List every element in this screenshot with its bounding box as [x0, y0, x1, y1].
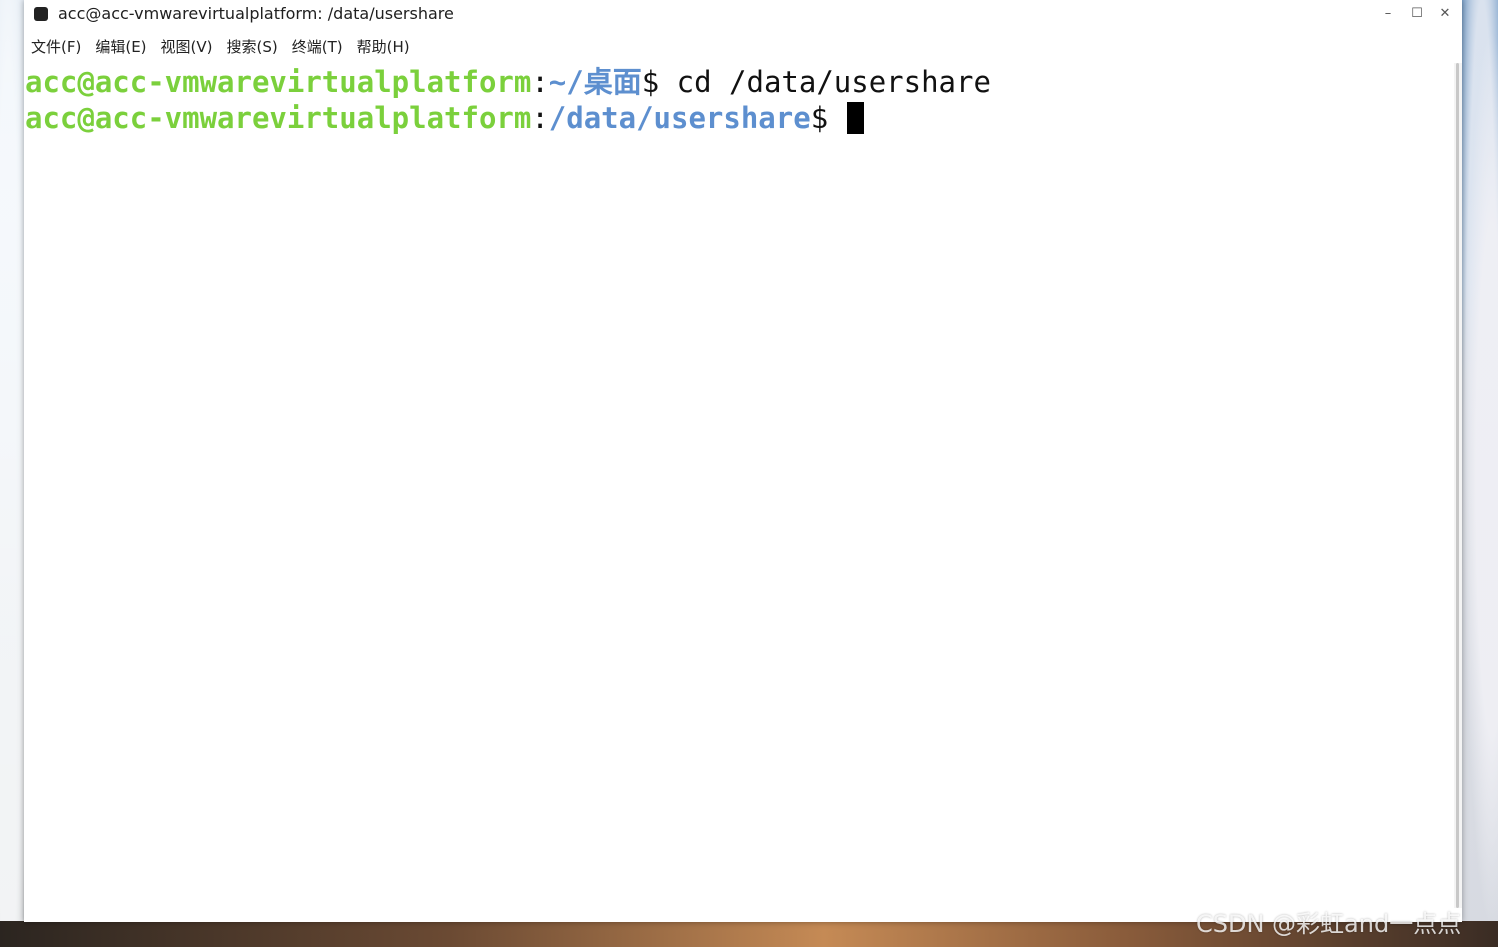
terminal-output-area[interactable]: acc@acc-vmwarevirtualplatform:~/桌面$ cd /… [24, 63, 1454, 922]
prompt-path: /data/usershare [548, 101, 811, 135]
terminal-app-icon [34, 7, 48, 21]
prompt-symbol: $ [810, 101, 846, 135]
command-text: cd /data/usershare [676, 65, 991, 99]
desktop-wallpaper-right [1462, 0, 1498, 947]
menu-terminal[interactable]: 终端(T) [285, 36, 350, 57]
menu-edit[interactable]: 编辑(E) [88, 36, 153, 57]
menu-help[interactable]: 帮助(H) [350, 36, 417, 57]
window-title: acc@acc-vmwarevirtualplatform: /data/use… [58, 4, 454, 23]
menu-view[interactable]: 视图(V) [154, 36, 220, 57]
watermark-text: CSDN @彩虹and一点点 [1196, 910, 1462, 938]
prompt-path: ~/桌面 [548, 65, 642, 99]
scrollbar-thumb[interactable] [1456, 63, 1459, 908]
terminal-window: acc@acc-vmwarevirtualplatform: /data/use… [24, 0, 1462, 922]
menu-file[interactable]: 文件(F) [24, 36, 88, 57]
title-bar[interactable]: acc@acc-vmwarevirtualplatform: /data/use… [24, 0, 1462, 28]
prompt-user-host: acc@acc-vmwarevirtualplatform [25, 101, 532, 135]
prompt-symbol: $ [641, 65, 677, 99]
prompt-colon: : [531, 101, 549, 135]
menu-bar: 文件(F) 编辑(E) 视图(V) 搜索(S) 终端(T) 帮助(H) [24, 33, 1462, 59]
prompt-user-host: acc@acc-vmwarevirtualplatform [25, 65, 532, 99]
minimize-button[interactable]: – [1376, 2, 1400, 24]
desktop-wallpaper-left [0, 0, 24, 947]
terminal-line: acc@acc-vmwarevirtualplatform:~/桌面$ cd /… [25, 64, 991, 100]
maximize-button[interactable]: ☐ [1405, 2, 1429, 24]
terminal-line: acc@acc-vmwarevirtualplatform:/data/user… [25, 100, 864, 136]
vertical-scrollbar[interactable] [1454, 63, 1462, 908]
menu-search[interactable]: 搜索(S) [220, 36, 285, 57]
prompt-colon: : [531, 65, 549, 99]
close-button[interactable]: ✕ [1433, 2, 1457, 24]
text-cursor [846, 102, 864, 134]
